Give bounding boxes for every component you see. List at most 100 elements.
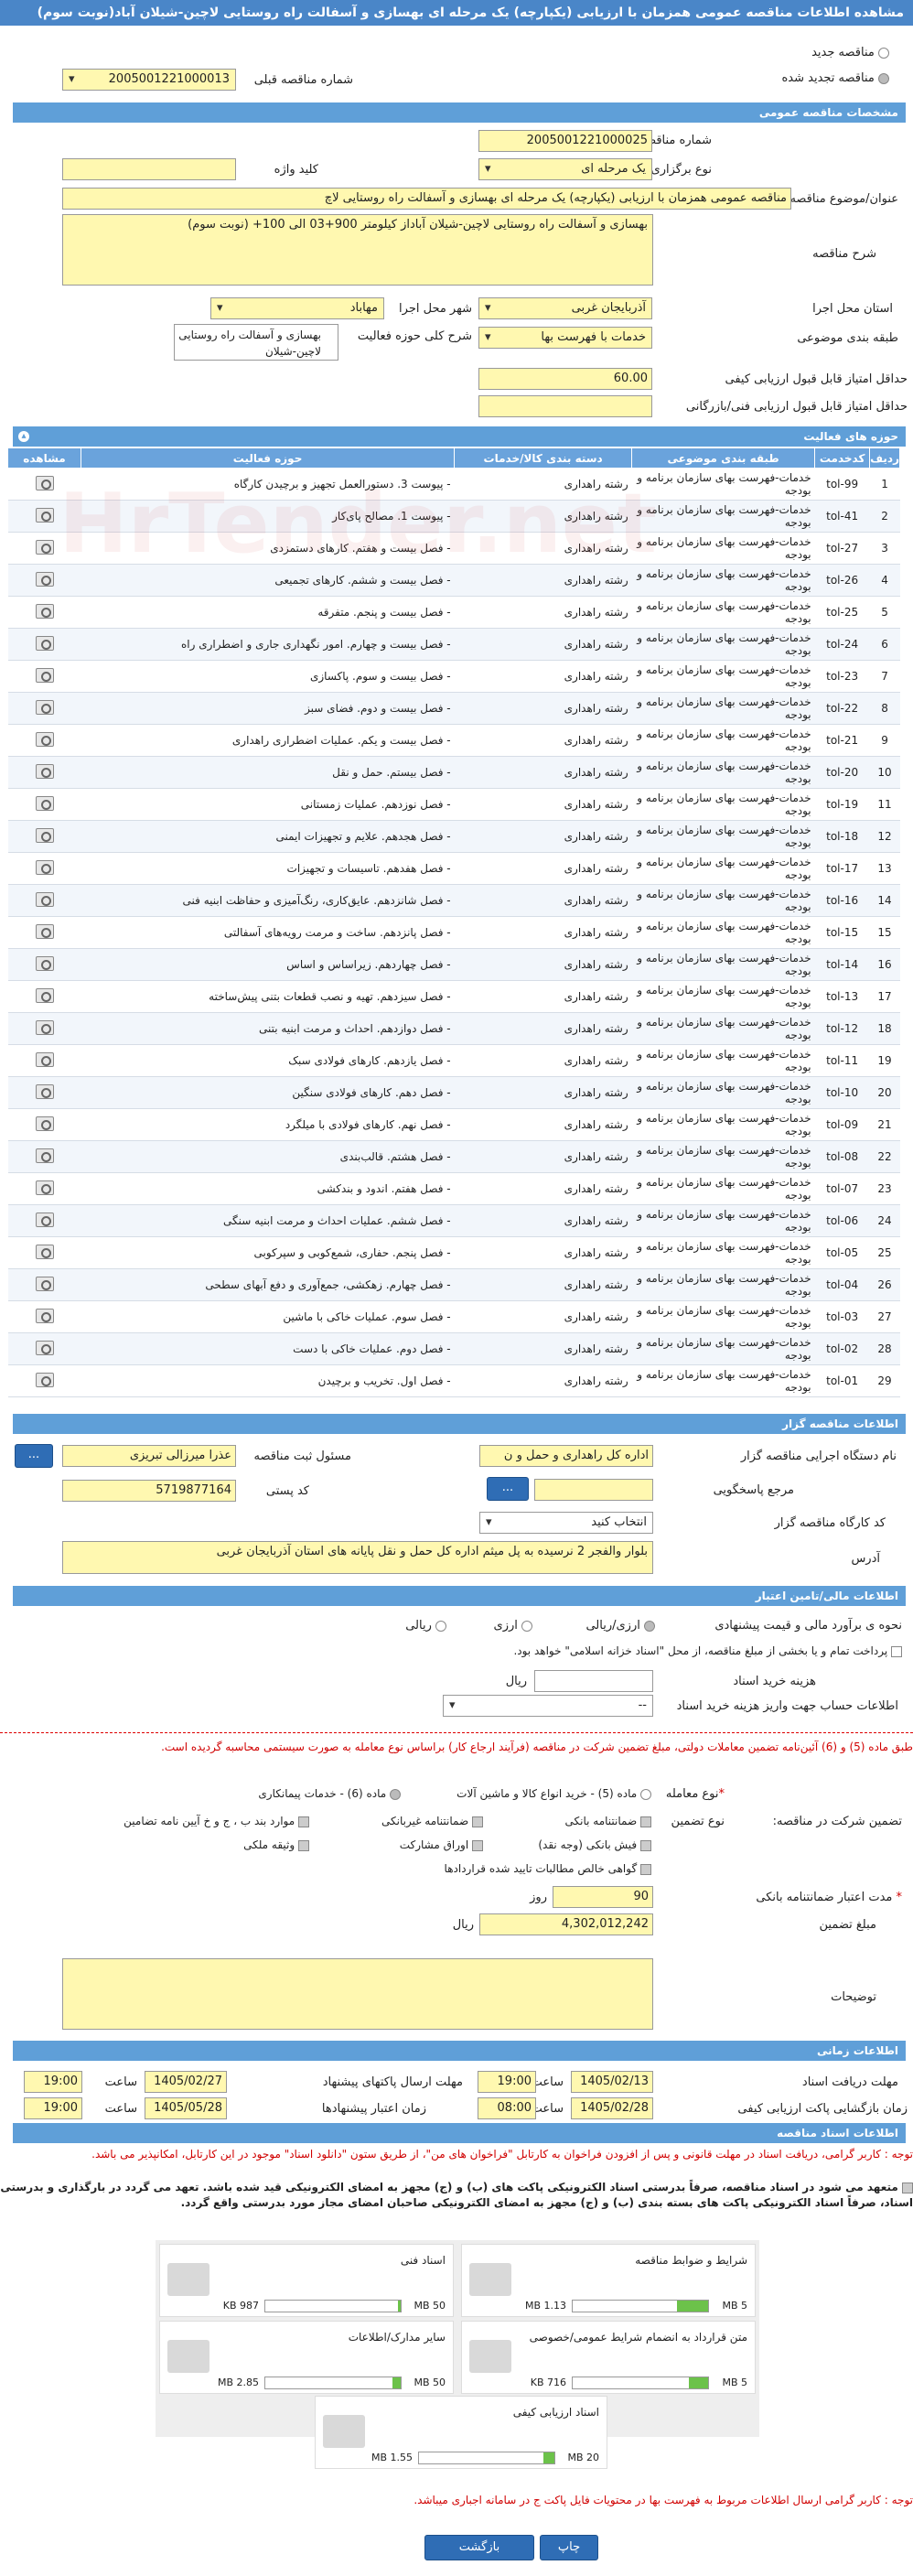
cell-category: خدمات-فهرست بهای سازمان برنامه و بودجه	[631, 500, 815, 533]
min-tech-field	[478, 395, 652, 417]
file-card[interactable]: اسناد فنی 50 MB 987 KB	[159, 2244, 454, 2317]
cell-code: tol-10	[814, 1076, 870, 1109]
method-opt-fx[interactable]: ارزی	[494, 1619, 532, 1633]
view-icon[interactable]	[35, 859, 54, 875]
cell-category: خدمات-فهرست بهای سازمان برنامه و بودجه	[631, 532, 815, 565]
view-icon[interactable]	[35, 1308, 54, 1323]
view-icon[interactable]	[35, 1083, 54, 1099]
cell-activity: - فصل پنجم. حفاری، شمع‌کوبی و سپرکوبی	[81, 1236, 455, 1269]
view-icon[interactable]	[35, 1116, 54, 1131]
cell-activity: - فصل شانزدهم. عایق‌کاری، رنگ‌آمیزی و حف…	[81, 884, 455, 917]
trade-opt-6[interactable]: ماده (6) - خدمات پیمانکاری	[258, 1787, 401, 1800]
view-icon[interactable]	[35, 891, 54, 907]
cell-group: رشته راهداری	[454, 692, 632, 725]
items-table-wrap: ردیف کدخدمت طبقه بندی موضوعی دسته بندی ک…	[7, 447, 900, 1397]
view-icon[interactable]	[35, 1372, 54, 1387]
table-row: 13 tol-17 خدمات-فهرست بهای سازمان برنامه و…	[7, 852, 900, 885]
cell-view	[7, 1108, 81, 1141]
guar-opt-bank[interactable]: ضمانتنامه بانکی	[565, 1815, 651, 1827]
view-icon[interactable]	[35, 1244, 54, 1259]
cell-row: 21	[869, 1108, 900, 1141]
type-select[interactable]: یک مرحله ای	[478, 158, 652, 180]
view-icon[interactable]	[35, 699, 54, 715]
view-icon[interactable]	[35, 731, 54, 747]
cell-category: خدمات-فهرست بهای سازمان برنامه و بودجه	[631, 1044, 815, 1077]
file-card[interactable]: متن قرارداد به انضمام شرایط عمومی/خصوصی …	[461, 2321, 756, 2394]
cell-code: tol-09	[814, 1108, 870, 1141]
cell-code: tol-21	[814, 724, 870, 757]
view-icon[interactable]	[35, 635, 54, 651]
view-icon[interactable]	[35, 475, 54, 490]
category-select[interactable]: خدمات با فهرست بها	[478, 327, 652, 349]
keyword-field[interactable]	[62, 158, 236, 180]
table-row: 17 tol-13 خدمات-فهرست بهای سازمان برنامه و…	[7, 980, 900, 1013]
col-group: دسته بندی کالا/خدمات	[454, 447, 633, 469]
file-card[interactable]: سایر مدارک/اطلاعات 50 MB 2.85 MB	[159, 2321, 454, 2394]
guar-opt-bonds[interactable]: اوراق مشارکت	[400, 1838, 483, 1851]
cell-row: 24	[869, 1204, 900, 1237]
scope-list-item[interactable]: بهسازی و آسفالت راه روستایی لاچین-شیلان	[178, 329, 321, 358]
col-row: ردیف	[869, 447, 900, 469]
view-icon[interactable]	[35, 1148, 54, 1163]
cell-code: tol-19	[814, 788, 870, 821]
guar-opt-nonbank[interactable]: ضمانتنامه غیربانکی	[381, 1815, 483, 1827]
cell-group: رشته راهداری	[454, 820, 632, 853]
prev-number-select[interactable]: 2005001221000013	[62, 69, 236, 91]
guar-opt-clauses[interactable]: موارد بند ب ، ج و خ آیین نامه تضامین	[124, 1815, 309, 1827]
view-icon[interactable]	[35, 1340, 54, 1355]
guar-opt-cash[interactable]: فیش بانکی (وجه نقد)	[538, 1838, 651, 1851]
city-select[interactable]: مهاباد	[210, 297, 384, 319]
file-max: 5 MB	[722, 2377, 747, 2388]
ref-lookup-button[interactable]: ...	[487, 1477, 529, 1501]
method-opt-rial[interactable]: ریالی	[405, 1619, 446, 1633]
file-size: 1.13 MB	[524, 2300, 566, 2312]
table-row: 26 tol-04 خدمات-فهرست بهای سازمان برنامه و…	[7, 1268, 900, 1301]
scope-list[interactable]: بهسازی و آسفالت راه روستایی لاچین-شیلان	[174, 324, 338, 361]
cell-group: رشته راهداری	[454, 788, 632, 821]
back-button[interactable]: بازگشت	[424, 2535, 534, 2560]
view-icon[interactable]	[35, 1051, 54, 1067]
radio-renewed-tender[interactable]: مناقصه تجدید شده	[781, 71, 889, 85]
view-icon[interactable]	[35, 1212, 54, 1227]
view-icon[interactable]	[35, 1180, 54, 1195]
view-icon[interactable]	[35, 507, 54, 523]
keyword-label: کلید واژه	[274, 163, 318, 177]
file-card[interactable]: اسناد ارزیابی کیفی 20 MB 1.55 MB	[315, 2396, 607, 2469]
view-icon[interactable]	[35, 571, 54, 587]
radio-new-tender[interactable]: مناقصه جدید	[811, 46, 889, 59]
trade-opt-5[interactable]: ماده (5) - خرید انواع کالا و ماشین آلات	[456, 1787, 651, 1800]
collapse-icon[interactable]: ▴	[18, 431, 29, 442]
fee-field	[534, 1670, 653, 1692]
guar-opt-claims[interactable]: گواهی خالص مطالبات تایید شده قراردادها	[445, 1862, 651, 1875]
print-button[interactable]: چاپ	[540, 2535, 598, 2560]
resp-lookup-button[interactable]: ...	[15, 1444, 53, 1468]
view-icon[interactable]	[35, 763, 54, 779]
view-icon[interactable]	[35, 795, 54, 811]
method-opt-currency[interactable]: ارزی/ریالی	[585, 1619, 655, 1633]
file-progress-fill	[398, 2301, 401, 2312]
view-icon[interactable]	[35, 539, 54, 555]
notes-field	[62, 1958, 653, 2030]
workshop-select[interactable]: انتخاب کنید	[479, 1512, 653, 1534]
view-icon[interactable]	[35, 987, 54, 1003]
file-progress-fill	[543, 2452, 554, 2463]
view-icon[interactable]	[35, 923, 54, 939]
file-card[interactable]: شرایط و ضوابط مناقصه 5 MB 1.13 MB	[461, 2244, 756, 2317]
cell-view	[7, 1044, 81, 1077]
section-items-label: حوزه های فعالیت	[803, 430, 898, 443]
view-icon[interactable]	[35, 603, 54, 619]
view-icon[interactable]	[35, 667, 54, 683]
guar-opt-property[interactable]: وثیقه ملکی	[243, 1838, 309, 1851]
cell-view	[7, 660, 81, 693]
cell-code: tol-23	[814, 660, 870, 693]
view-icon[interactable]	[35, 827, 54, 843]
cell-view	[7, 820, 81, 853]
cell-activity: - فصل بیست و دوم. فضای سبز	[81, 692, 455, 725]
cell-group: رشته راهداری	[454, 1300, 632, 1333]
province-select[interactable]: آذربایجان غربی	[478, 297, 652, 319]
account-select[interactable]: --	[443, 1695, 653, 1717]
fee-unit: ریال	[505, 1675, 527, 1688]
view-icon[interactable]	[35, 1276, 54, 1291]
view-icon[interactable]	[35, 955, 54, 971]
view-icon[interactable]	[35, 1019, 54, 1035]
